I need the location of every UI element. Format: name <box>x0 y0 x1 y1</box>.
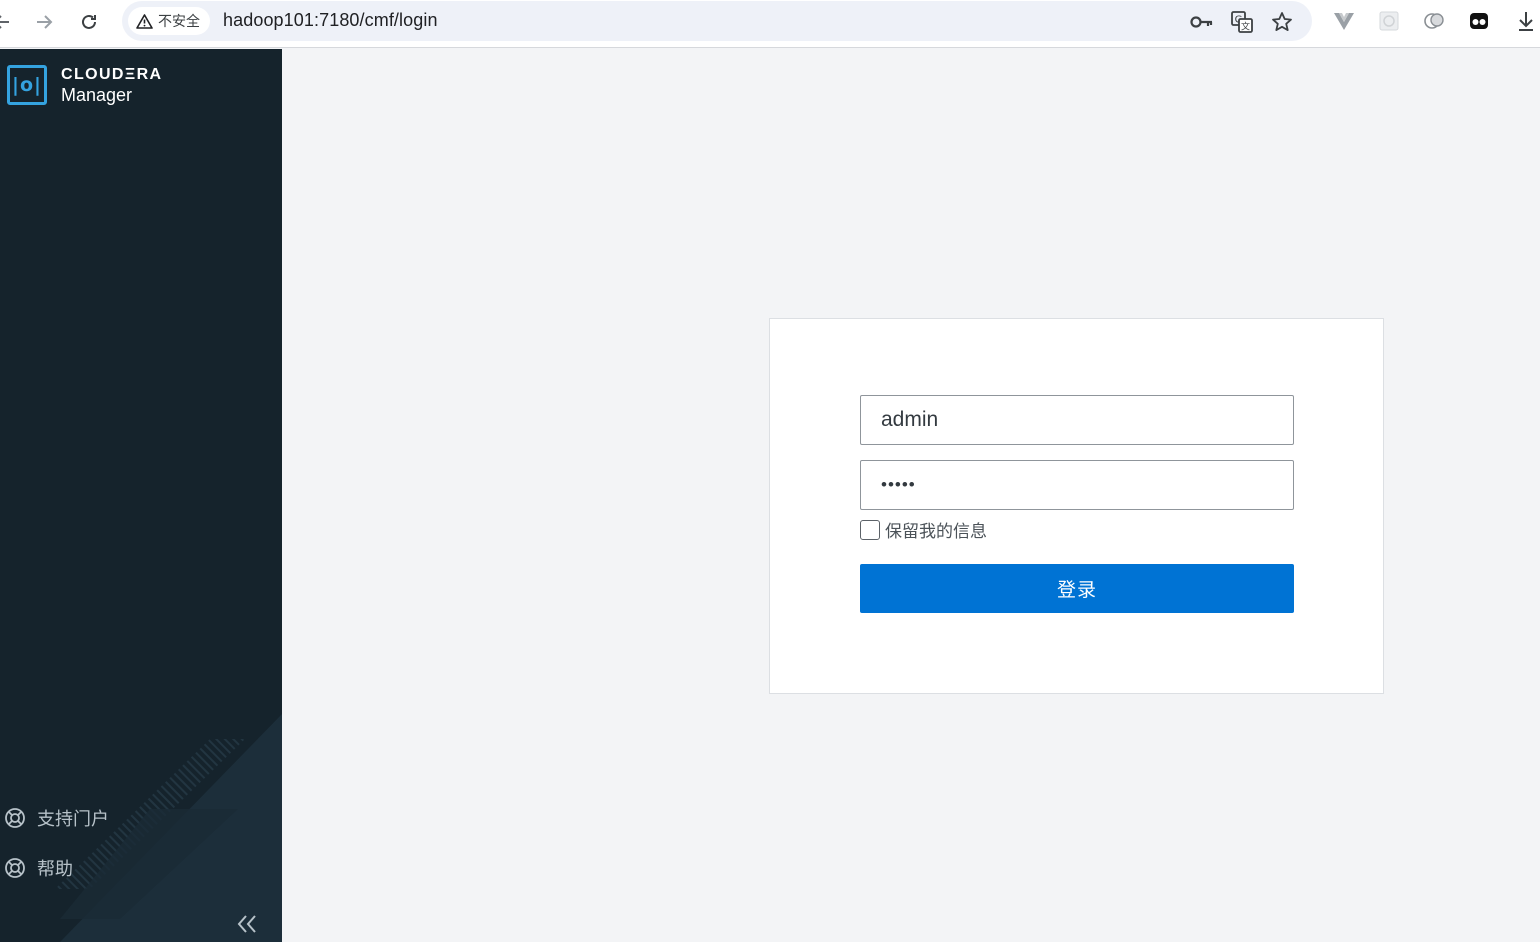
username-input[interactable] <box>860 395 1294 445</box>
svg-text:文: 文 <box>1241 21 1250 33</box>
cloudera-logo-icon: |o| <box>7 65 47 105</box>
brand-name: CLOUDΞRA <box>61 65 163 83</box>
remember-label: 保留我的信息 <box>885 522 987 541</box>
security-chip[interactable]: 不安全 <box>128 7 210 35</box>
login-button[interactable]: 登录 <box>860 564 1294 613</box>
forward-arrow-icon[interactable] <box>30 8 58 36</box>
back-arrow-icon[interactable] <box>0 8 16 36</box>
sidebar: |o| CLOUDΞRA Manager 支持门户 帮助 <box>0 49 282 942</box>
vue-devtools-icon[interactable] <box>1332 9 1356 33</box>
address-bar[interactable]: 不安全 hadoop101:7180/cmf/login G文 <box>122 1 1312 41</box>
translate-icon[interactable]: G文 <box>1230 10 1254 34</box>
sidebar-item-label: 帮助 <box>37 859 73 879</box>
login-card: 保留我的信息 登录 <box>769 318 1384 694</box>
url-text[interactable]: hadoop101:7180/cmf/login <box>223 10 438 31</box>
collapse-sidebar-button[interactable] <box>234 911 260 937</box>
product-name: Manager <box>61 84 133 105</box>
download-icon[interactable] <box>1514 9 1538 33</box>
extension-icon[interactable] <box>1467 9 1491 33</box>
key-icon[interactable] <box>1190 10 1214 34</box>
lifebuoy-icon <box>4 857 26 879</box>
sidebar-item-help[interactable]: 帮助 <box>4 855 73 881</box>
remember-checkbox[interactable] <box>860 519 880 540</box>
security-label: 不安全 <box>158 13 200 29</box>
browser-toolbar: 不安全 hadoop101:7180/cmf/login G文 <box>0 0 1540 48</box>
lifebuoy-icon <box>4 807 26 829</box>
sidebar-item-support-portal[interactable]: 支持门户 <box>4 805 109 831</box>
extension-icon[interactable] <box>1377 9 1401 33</box>
brand[interactable]: |o| CLOUDΞRA Manager <box>7 65 163 105</box>
remember-me[interactable]: 保留我的信息 <box>860 517 987 542</box>
warning-icon <box>136 13 153 29</box>
reload-icon[interactable] <box>75 8 103 36</box>
star-icon[interactable] <box>1270 10 1294 34</box>
double-chevron-left-icon <box>237 915 256 933</box>
extension-icon[interactable] <box>1422 9 1446 33</box>
sidebar-item-label: 支持门户 <box>37 809 109 829</box>
password-input[interactable] <box>860 460 1294 510</box>
